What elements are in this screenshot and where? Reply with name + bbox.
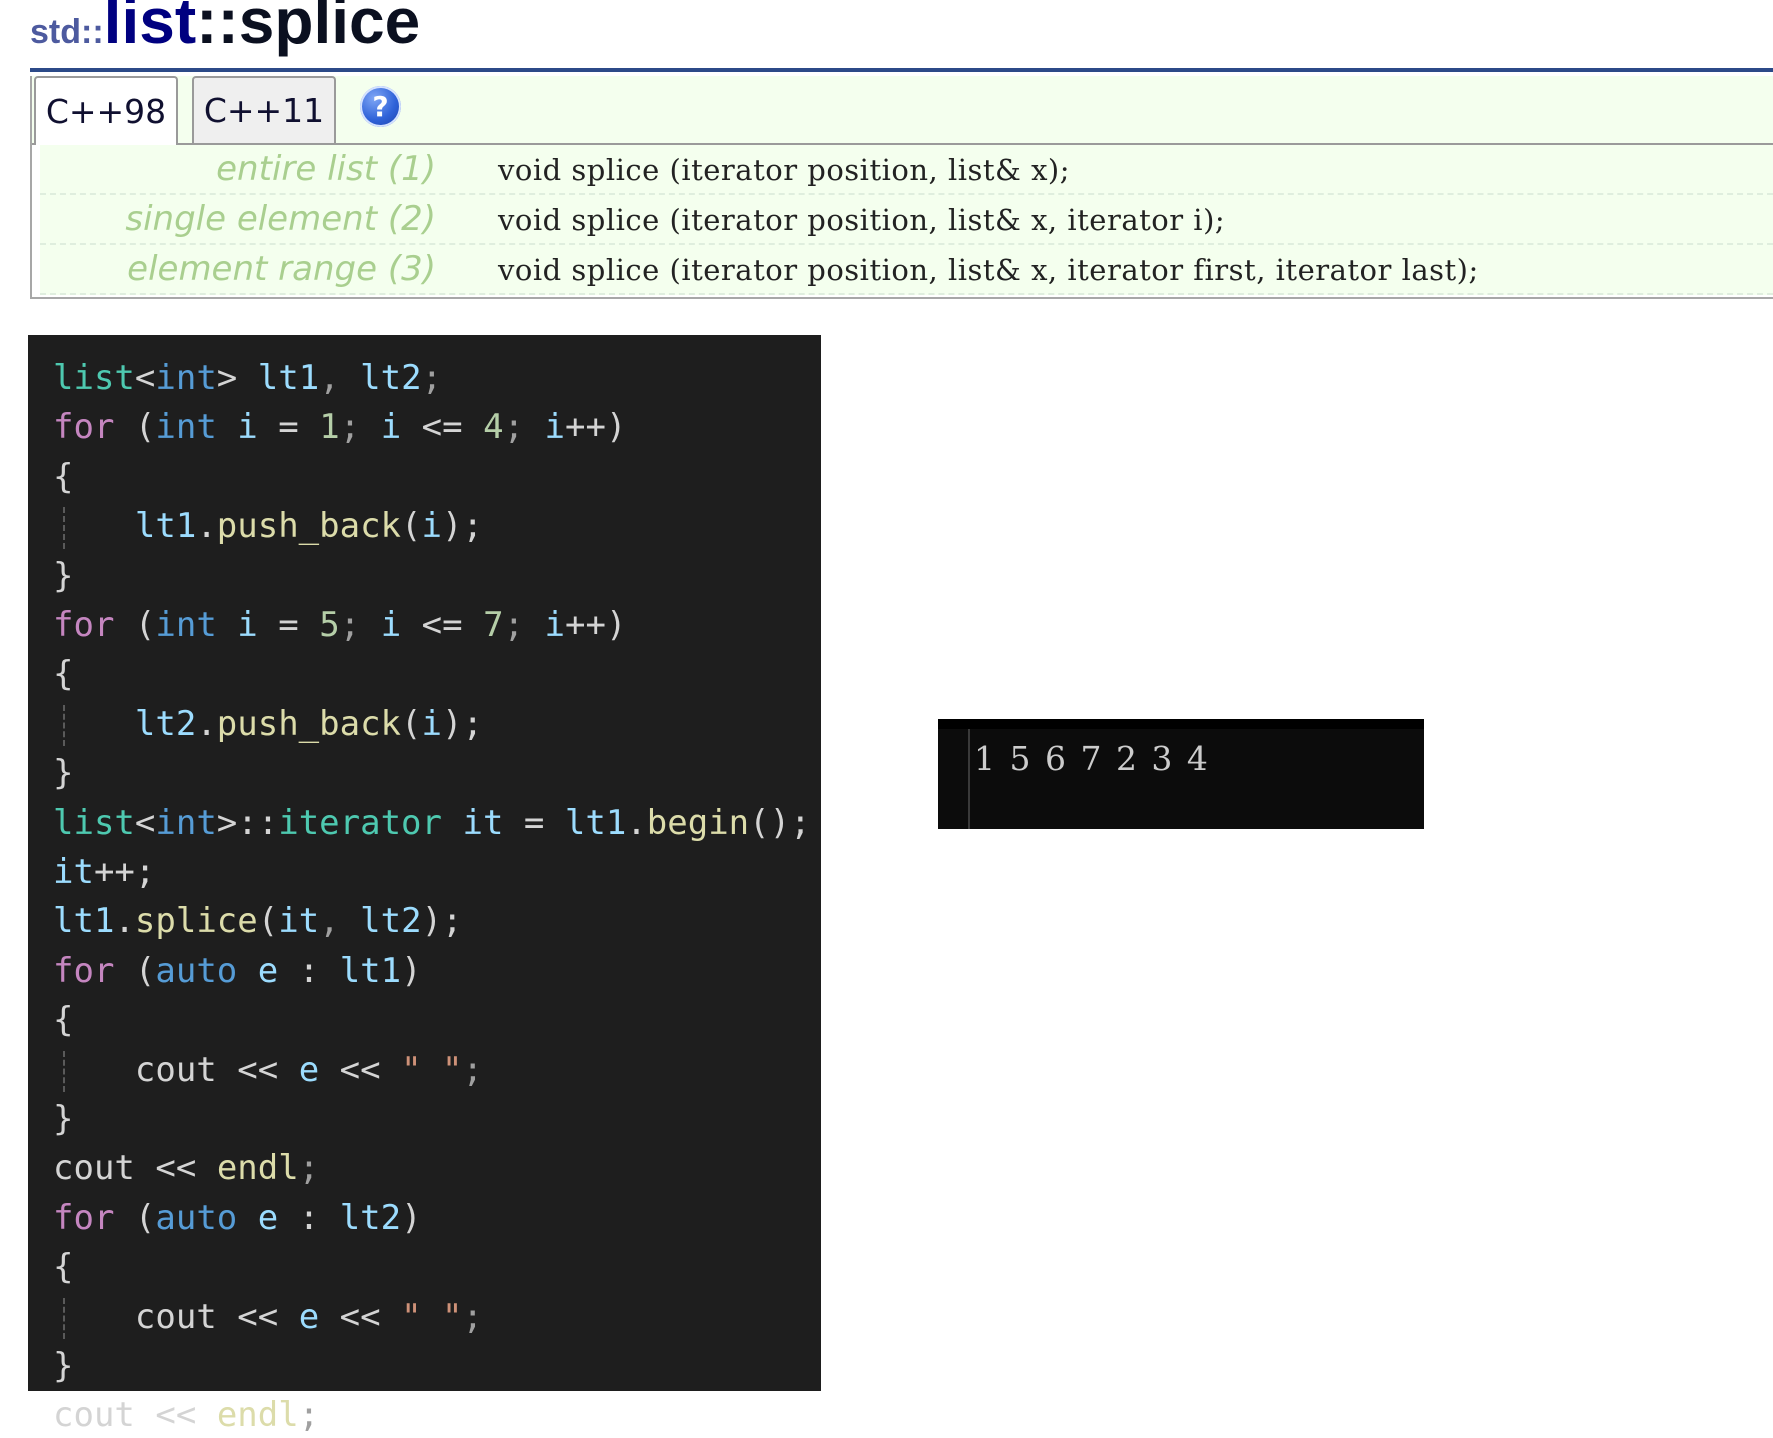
prototype-box: C++11 C++98 ? entire list (1) void splic… — [30, 76, 1773, 299]
page-title: std::list::splice — [30, 0, 420, 58]
indent-guide — [63, 1297, 65, 1339]
prototype-signature: void splice (iterator position, list& x,… — [498, 253, 1479, 287]
prototype-row: element range (3) void splice (iterator … — [40, 245, 1773, 295]
code-line: lt1.push_back(i); — [134, 506, 483, 547]
code-line: { — [53, 654, 74, 695]
indent-guide — [63, 704, 65, 747]
title-class-name: list — [103, 0, 197, 57]
code-line: } — [53, 1099, 74, 1139]
code-line: } — [53, 753, 74, 794]
tab-cpp11[interactable]: C++11 — [192, 76, 336, 143]
title-namespace: std:: — [30, 13, 104, 51]
prototype-label: single element (2) — [125, 199, 436, 239]
code-line: cout << endl; — [53, 1395, 320, 1436]
code-line: { — [53, 1247, 74, 1288]
code-line: cout << endl; — [53, 1148, 320, 1189]
indent-guide — [63, 1050, 65, 1092]
indent-guide — [63, 507, 65, 549]
prototype-signature: void splice (iterator position, list& x)… — [498, 153, 1071, 187]
title-divider — [30, 68, 1773, 72]
console-output-text: 1 5 6 7 2 3 4 — [974, 739, 1210, 778]
code-line: it++; — [53, 852, 156, 892]
console-output-window: 1 5 6 7 2 3 4 — [938, 719, 1424, 829]
code-line: list<int>::iterator it = lt1.begin(); — [53, 802, 811, 843]
code-line: lt1.splice(it, lt2); — [53, 901, 463, 942]
prototype-row: entire list (1) void splice (iterator po… — [40, 145, 1773, 195]
code-line: { — [53, 1000, 74, 1041]
code-line: } — [53, 1346, 74, 1386]
tab-cpp98[interactable]: C++98 — [34, 76, 178, 145]
title-member: ::splice — [196, 0, 421, 57]
code-line: cout << e << " "; — [134, 1049, 484, 1090]
help-icon[interactable]: ? — [360, 86, 401, 127]
code-line: for (auto e : lt2) — [53, 1197, 422, 1238]
prototype-list: entire list (1) void splice (iterator po… — [40, 145, 1773, 295]
code-line: for (int i = 1; i <= 4; i++) — [53, 407, 627, 448]
code-line: list<int> lt1, lt2; — [53, 358, 443, 398]
code-editor[interactable]: list<int> lt1, lt2; for (int i = 1; i <= … — [28, 335, 821, 1435]
code-line: } — [53, 555, 74, 596]
prototype-label: element range (3) — [127, 249, 436, 289]
console-gutter — [968, 729, 970, 829]
code-line: lt2.push_back(i); — [134, 703, 483, 744]
code-line: for (int i = 5; i <= 7; i++) — [53, 605, 627, 645]
prototype-signature: void splice (iterator position, list& x,… — [498, 203, 1226, 237]
prototype-row: single element (2) void splice (iterator… — [40, 195, 1773, 245]
code-line: for (auto e : lt1) — [53, 950, 422, 991]
standard-tab-bar: C++11 C++98 ? — [32, 76, 1773, 145]
code-line: cout << e << " "; — [134, 1296, 484, 1337]
code-line: { — [53, 456, 74, 497]
prototype-label: entire list (1) — [216, 149, 436, 189]
